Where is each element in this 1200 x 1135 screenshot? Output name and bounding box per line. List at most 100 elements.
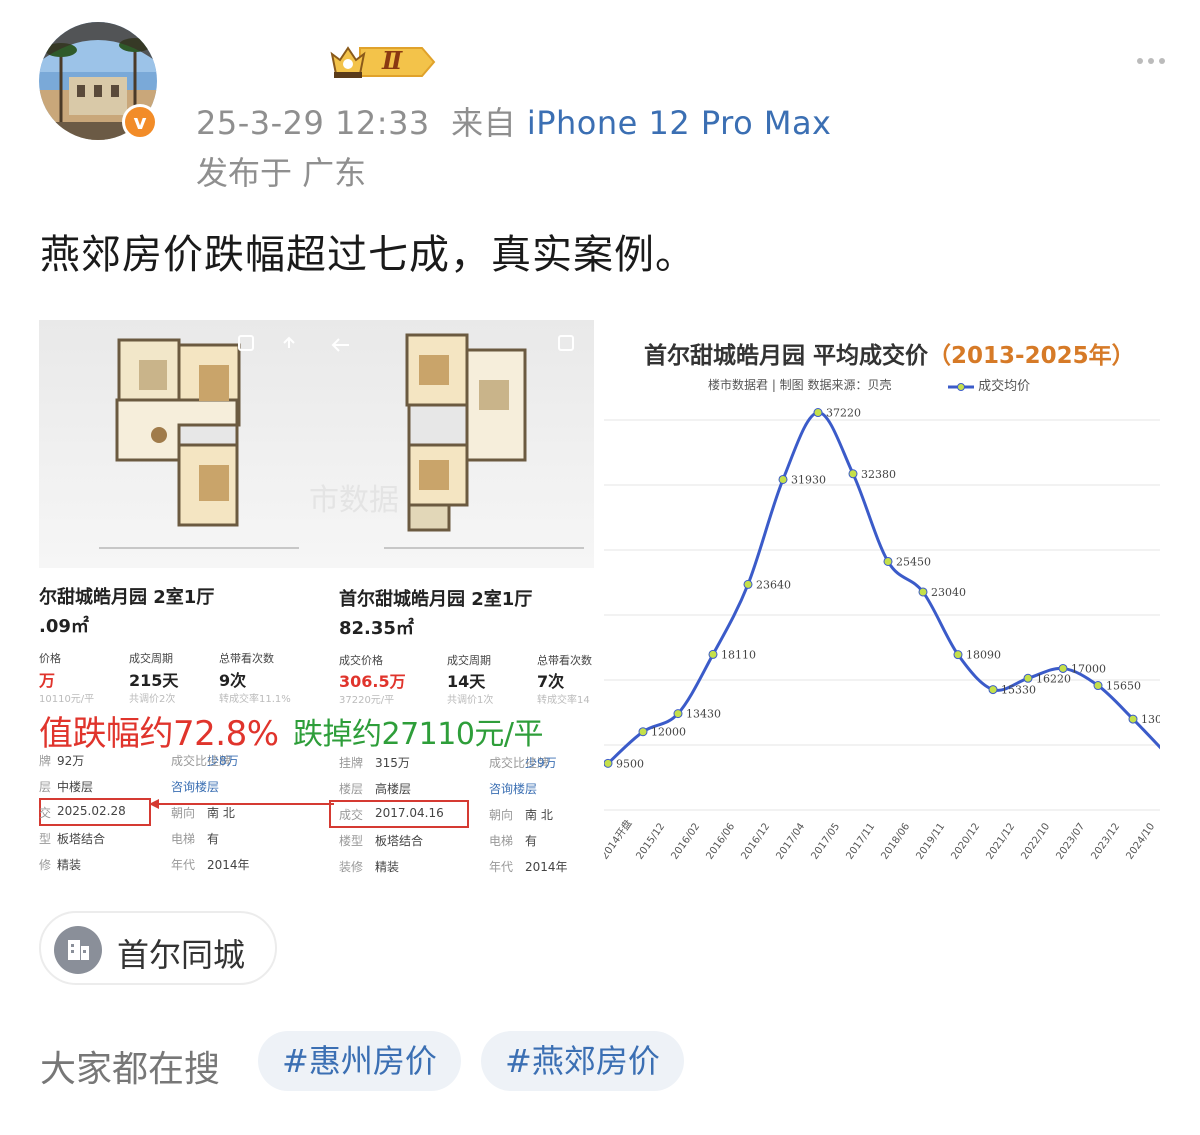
- left-detail-cell: 精装: [57, 858, 82, 872]
- more-dots-icon: [1137, 58, 1165, 64]
- topic-label: 首尔同城: [117, 936, 246, 974]
- left-detail-cell: 修: [39, 858, 52, 872]
- right-label-views: 总带看次数: [537, 654, 592, 667]
- data-label: 13430: [686, 708, 721, 721]
- left-listing-area: .09㎡: [39, 616, 89, 637]
- x-tick-label: 2016/06: [704, 821, 737, 861]
- right-detail-cell: 2014年: [525, 860, 568, 874]
- left-detail-cell[interactable]: 咨询楼层: [171, 778, 219, 795]
- topic-chip[interactable]: 首尔同城: [39, 911, 277, 985]
- data-label: 37220: [826, 407, 861, 420]
- right-detail-cell: 板塔结合: [375, 834, 424, 848]
- left-detail-cell: 板塔结合: [57, 832, 106, 846]
- search-tag-huizhou[interactable]: #惠州房价: [258, 1031, 461, 1091]
- right-detail-cell: 装修: [339, 860, 364, 874]
- left-detail-cell: 年代: [171, 858, 196, 872]
- x-tick-label: 2017/05: [809, 821, 842, 861]
- left-label-cycle: 成交周期: [129, 652, 173, 665]
- right-detail-cell: 精装: [375, 860, 400, 874]
- data-point: [813, 408, 823, 418]
- left-sub-cycle: 共调价2次: [129, 694, 176, 705]
- right-value-views: 7次: [537, 672, 565, 691]
- right-listing-area: 82.35㎡: [339, 618, 414, 639]
- x-tick-label: 2023/12: [1089, 821, 1122, 861]
- right-detail-cell: 朝向: [489, 808, 514, 822]
- data-point: [1093, 681, 1103, 691]
- left-detail-cell: 中楼层: [57, 780, 94, 794]
- right-detail-cell: 年代: [489, 860, 514, 874]
- data-label: 12000: [651, 726, 686, 739]
- x-tick-label: 2024/10: [1124, 821, 1157, 861]
- data-label: 18110: [721, 648, 756, 661]
- left-label-views: 总带看次数: [219, 652, 274, 665]
- right-label-cycle: 成交周期: [447, 654, 491, 667]
- floor-plans: 市数据: [39, 320, 594, 568]
- device-link[interactable]: iPhone 12 Pro Max: [527, 104, 832, 142]
- right-detail-cell: 2017.04.16: [375, 806, 444, 820]
- data-label: 23040: [931, 586, 966, 599]
- left-detail-cell: 南 北: [207, 806, 235, 820]
- x-tick-label: 2017/04: [774, 821, 807, 861]
- data-label: 16220: [1036, 672, 1071, 685]
- x-tick-label: 2016/12: [739, 821, 772, 861]
- data-point: [1058, 663, 1068, 673]
- left-detail-cell: 型: [39, 832, 52, 846]
- right-detail-cell[interactable]: 咨询楼层: [489, 780, 537, 797]
- data-point: [1023, 673, 1033, 683]
- right-detail-cell: 少9万: [525, 756, 557, 770]
- badge-level-text: Ⅱ: [382, 46, 403, 75]
- left-sub-price: 10110元/平: [39, 694, 95, 705]
- data-label: 32380: [861, 468, 896, 481]
- building-icon: [54, 926, 102, 974]
- left-listing-title: 尔甜城皓月园 2室1厅: [39, 587, 215, 608]
- data-point: [953, 650, 963, 660]
- data-label: 15650: [1106, 680, 1141, 693]
- right-detail-cell: 成交: [339, 808, 364, 822]
- left-detail-cell: 交: [39, 806, 52, 820]
- data-label: 9500: [616, 757, 644, 770]
- x-tick-label: 2023/07: [1054, 821, 1087, 861]
- data-point: [883, 556, 893, 566]
- data-point: [848, 469, 858, 479]
- left-detail-cell: 有: [207, 832, 220, 846]
- price-drop-amount: 跌掉约27110元/平: [293, 717, 544, 752]
- right-detail-cell: 315万: [375, 756, 410, 770]
- search-tag-yanjiao[interactable]: #燕郊房价: [481, 1031, 684, 1091]
- right-label-price: 成交价格: [339, 654, 383, 667]
- left-value-price: 万: [39, 671, 56, 690]
- line-chart: 9500 2014开盘 12000 2015/12 13430 2016/02 18110 2…: [604, 407, 1160, 862]
- post-time: 25-3-29 12:33: [196, 104, 430, 142]
- right-detail-cell: 高楼层: [375, 782, 412, 796]
- data-label: 25450: [896, 555, 931, 568]
- data-point: [638, 727, 648, 737]
- verified-badge: v: [122, 104, 158, 140]
- left-detail-cell: 2014年: [207, 858, 250, 872]
- left-detail-cell: 少8万: [207, 754, 239, 768]
- data-point: [918, 587, 928, 597]
- post-location: 发布于 广东: [196, 154, 367, 192]
- data-point: [673, 709, 683, 719]
- data-label: 31930: [791, 473, 826, 486]
- price-chart-image[interactable]: 首尔甜城皓月园 平均成交价（2013-2025年） 楼市数据君 | 制图 数据来…: [604, 320, 1160, 875]
- data-point: [1128, 714, 1138, 724]
- more-options-button[interactable]: [1136, 50, 1166, 69]
- right-listing-title: 首尔甜城皓月园 2室1厅: [339, 589, 533, 610]
- left-detail-cell: 朝向: [171, 806, 196, 820]
- svg-text:市数据: 市数据: [309, 483, 399, 518]
- right-detail-cell: 楼层: [339, 782, 364, 796]
- data-label: 13000: [1141, 713, 1160, 726]
- x-tick-label: 2014开盘: [604, 817, 635, 862]
- data-label: 15330: [1001, 684, 1036, 697]
- left-label-price: 价格: [39, 652, 61, 665]
- source-prefix: 来自: [451, 104, 517, 142]
- x-tick-label: 2022/10: [1019, 821, 1052, 861]
- left-detail-cell: 92万: [57, 754, 85, 768]
- data-point: [988, 685, 998, 695]
- x-tick-label: 2019/11: [914, 821, 947, 861]
- data-label: 18090: [966, 649, 1001, 662]
- listing-screenshot-image[interactable]: 市数据 尔甜城皓月园 2室1厅 .09㎡ 价格 成交周期 总带看次数 万 215…: [39, 320, 594, 875]
- x-tick-label: 2021/12: [984, 821, 1017, 861]
- right-sub-price: 37220元/平: [339, 695, 395, 706]
- left-value-views: 9次: [219, 671, 247, 690]
- right-sub-views: 转成交率14: [537, 695, 590, 706]
